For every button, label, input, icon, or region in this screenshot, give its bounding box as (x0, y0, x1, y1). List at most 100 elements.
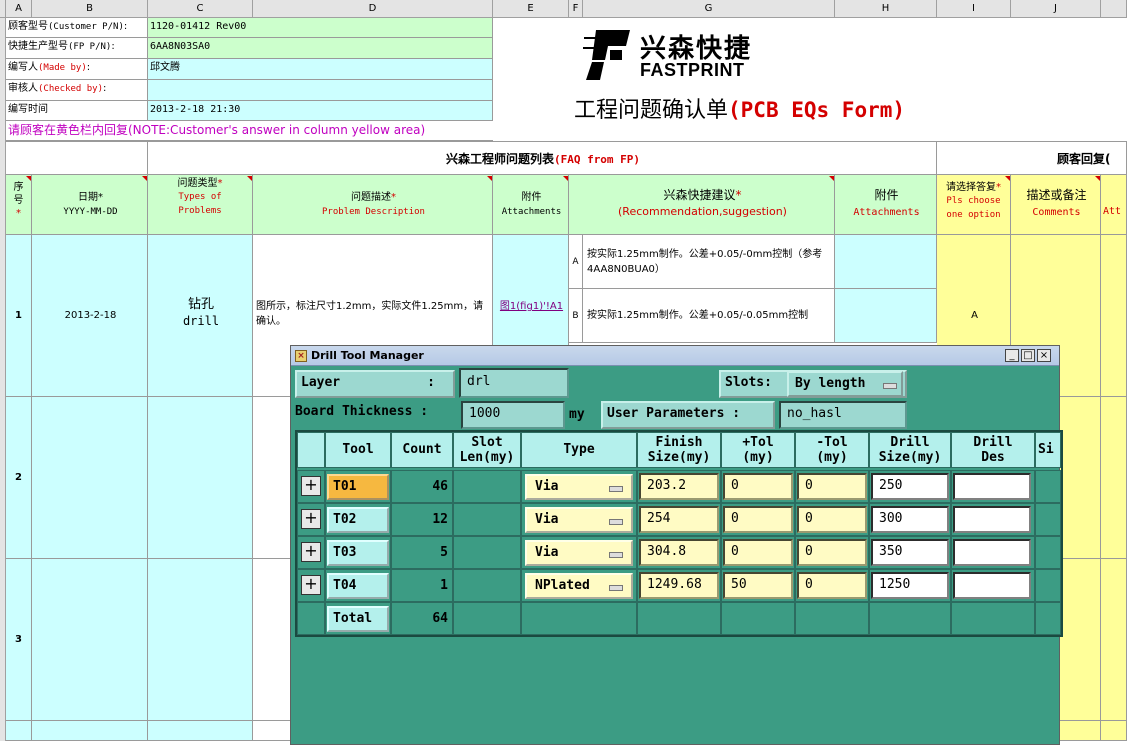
tool-name-button[interactable]: T03 (327, 540, 389, 566)
drill-des-input[interactable] (953, 506, 1031, 533)
expand-row-icon[interactable]: + (301, 509, 321, 529)
col-minus-tol[interactable]: -Tol (my) (795, 432, 869, 468)
row1-option-b[interactable]: 按实际1.25mm制作。公差+0.05/-0.05mm控制 (583, 289, 835, 343)
row2-date[interactable] (32, 397, 148, 559)
col-type[interactable]: Type (521, 432, 637, 468)
col-header-g[interactable]: G (583, 0, 835, 18)
col-tool[interactable]: Tool (325, 432, 391, 468)
col-header-k[interactable] (1101, 0, 1127, 18)
col-header-f[interactable]: F (569, 0, 583, 18)
row3-answer[interactable] (1060, 559, 1101, 721)
info-value-customer-pn[interactable]: 1120-01412 Rev00 (148, 18, 493, 38)
tool-name-button[interactable]: T01 (327, 474, 389, 500)
expand-row-icon[interactable]: + (301, 542, 321, 562)
drill-tool-manager-dialog[interactable]: × Drill Tool Manager _ □ × Layer: drl Sl… (290, 345, 1063, 745)
header-comment: 描述或备注 Comments (1011, 175, 1101, 235)
row4-type[interactable] (148, 721, 253, 741)
info-value-time[interactable]: 2013-2-18 21:30 (148, 101, 493, 121)
row3-type[interactable] (148, 559, 253, 721)
row3-desc[interactable] (253, 559, 293, 721)
comment-marker-icon (829, 176, 834, 181)
drill-size-input[interactable]: 250 (871, 473, 949, 500)
row2-type[interactable] (148, 397, 253, 559)
row4-desc[interactable] (253, 721, 293, 741)
expand-row-icon[interactable]: + (301, 575, 321, 595)
row1-num: 1 (6, 235, 32, 397)
col-header-d[interactable]: D (253, 0, 493, 18)
user-parameters-field[interactable]: no_hasl (779, 401, 907, 429)
row1-date[interactable]: 2013-2-18 (32, 235, 148, 397)
maximize-icon[interactable]: □ (1021, 349, 1035, 362)
tool-type-dropdown[interactable]: Via (525, 474, 633, 500)
col-slot-len[interactable]: Slot Len(my) (453, 432, 521, 468)
tool-name-button[interactable]: T04 (327, 573, 389, 599)
minus-tol-input[interactable]: 0 (797, 473, 867, 500)
minus-tol-input[interactable]: 0 (797, 572, 867, 599)
board-thickness-field[interactable]: 1000 (461, 401, 565, 429)
col-header-c[interactable]: C (148, 0, 253, 18)
drill-des-input[interactable] (953, 473, 1031, 500)
drill-size-input[interactable]: 350 (871, 539, 949, 566)
col-si[interactable]: Si (1035, 432, 1061, 468)
col-drill-des[interactable]: Drill Des (951, 432, 1035, 468)
total-slot (453, 602, 521, 635)
finish-size-input[interactable]: 304.8 (639, 539, 719, 566)
col-drill-size[interactable]: Drill Size(my) (869, 432, 951, 468)
row1-option-a[interactable]: 按实际1.25mm制作。公差+0.05/-0mm控制（参考4AA8N0BUA0） (583, 235, 835, 289)
minimize-icon[interactable]: _ (1005, 349, 1019, 362)
tool-si-cell (1035, 569, 1061, 602)
dialog-titlebar[interactable]: × Drill Tool Manager _ □ × (291, 346, 1059, 366)
tool-type-dropdown[interactable]: Via (525, 540, 633, 566)
row2-desc[interactable] (253, 397, 293, 559)
tool-name-button[interactable]: T02 (327, 507, 389, 533)
col-header-b[interactable]: B (32, 0, 148, 18)
col-header-e[interactable]: E (493, 0, 569, 18)
col-header-a[interactable]: A (6, 0, 32, 18)
tool-type-dropdown[interactable]: Via (525, 507, 633, 533)
row2-answer[interactable] (1060, 397, 1101, 559)
col-header-j[interactable]: J (1011, 0, 1101, 18)
col-header-i[interactable]: I (937, 0, 1011, 18)
col-plus-tol[interactable]: +Tol (my) (721, 432, 795, 468)
row1-option-b-attach[interactable] (835, 289, 937, 343)
drill-size-input[interactable]: 1250 (871, 572, 949, 599)
dialog-title: Drill Tool Manager (311, 349, 424, 362)
row2-num: 2 (6, 397, 32, 559)
col-header-h[interactable]: H (835, 0, 937, 18)
row2-attach3[interactable] (1101, 397, 1127, 559)
expand-row-icon[interactable]: + (301, 476, 321, 496)
info-value-fp-pn[interactable]: 6AA8N03SA0 (148, 38, 493, 59)
minus-tol-input[interactable]: 0 (797, 539, 867, 566)
layer-field[interactable]: drl (459, 368, 569, 398)
row4-answer[interactable] (1060, 721, 1101, 741)
row4-date[interactable] (32, 721, 148, 741)
drill-des-input[interactable] (953, 539, 1031, 566)
finish-size-input[interactable]: 203.2 (639, 473, 719, 500)
user-parameters-label: User Parameters : (601, 401, 775, 429)
row1-option-a-key: A (569, 235, 583, 289)
plus-tol-input[interactable]: 0 (723, 506, 793, 533)
col-finish-size[interactable]: Finish Size(my) (637, 432, 721, 468)
tool-slot-len (453, 503, 521, 536)
minus-tol-input[interactable]: 0 (797, 506, 867, 533)
row1-option-a-attach[interactable] (835, 235, 937, 289)
row4-attach3[interactable] (1101, 721, 1127, 741)
row1-type[interactable]: 钻孔 drill (148, 235, 253, 397)
slots-dropdown[interactable]: By length (787, 371, 903, 397)
info-value-checked-by[interactable] (148, 80, 493, 101)
finish-size-input[interactable]: 254 (639, 506, 719, 533)
tool-type-dropdown[interactable]: NPlated (525, 573, 633, 599)
row3-date[interactable] (32, 559, 148, 721)
plus-tol-input[interactable]: 0 (723, 539, 793, 566)
header-attach: 附件 Attachments (493, 175, 569, 235)
plus-tol-input[interactable]: 0 (723, 473, 793, 500)
plus-tol-input[interactable]: 50 (723, 572, 793, 599)
finish-size-input[interactable]: 1249.68 (639, 572, 719, 599)
row1-attach3[interactable] (1101, 235, 1127, 397)
close-icon[interactable]: × (1037, 349, 1051, 362)
row3-attach3[interactable] (1101, 559, 1127, 721)
drill-size-input[interactable]: 300 (871, 506, 949, 533)
drill-des-input[interactable] (953, 572, 1031, 599)
col-count[interactable]: Count (391, 432, 453, 468)
info-value-made-by[interactable]: 邱文腾 (148, 59, 493, 80)
